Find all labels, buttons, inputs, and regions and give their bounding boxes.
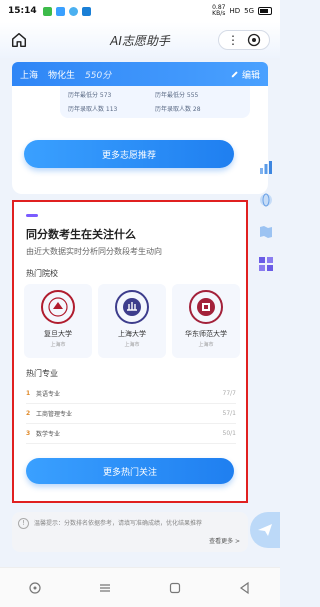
send-fab[interactable] bbox=[250, 512, 280, 548]
more-volunteer-button[interactable]: 更多志愿推荐 bbox=[24, 140, 234, 168]
major-row[interactable]: 2 工商管理专业 57/1 bbox=[26, 404, 236, 424]
school-card-shanghai[interactable]: 上海大学 上海市 bbox=[98, 284, 166, 358]
major-rank: 1 bbox=[26, 390, 31, 397]
major-value: 50/1 bbox=[222, 430, 236, 437]
major-row[interactable]: 1 英语专业 77/7 bbox=[26, 384, 236, 404]
recommendation-card: 历年最低分 573 历年最低分 555 历年录取人数 113 历年录取人数 28… bbox=[12, 86, 268, 194]
tip-bar: ! 温馨提示：分数排名依据参考，请填写准确成绩，优化结果推荐 查看更多 > bbox=[12, 512, 248, 552]
close-target-icon[interactable] bbox=[247, 33, 261, 47]
major-name: 英语专业 bbox=[36, 391, 61, 398]
globe-icon[interactable] bbox=[258, 192, 274, 208]
signal-label: 5G bbox=[244, 7, 254, 15]
hot-card-title: 同分数考生在关注什么 bbox=[26, 228, 136, 241]
shanghai-univ-logo-icon bbox=[115, 290, 149, 324]
fudan-logo-icon bbox=[41, 290, 75, 324]
major-name: 数学专业 bbox=[36, 431, 61, 438]
bar-chart-icon[interactable] bbox=[258, 160, 274, 176]
wechat-notification-icon bbox=[42, 6, 52, 16]
network-label: HD bbox=[229, 7, 241, 15]
square-home-icon bbox=[169, 582, 181, 593]
major-value: 57/1 bbox=[222, 410, 236, 417]
tip-text: 温馨提示：分数排名依据参考，请填写准确成绩，优化结果推荐 bbox=[34, 520, 203, 527]
system-nav-bar bbox=[0, 567, 280, 607]
status-bar: 15:14 0.87 KB/s HD 5G bbox=[0, 0, 280, 22]
user-info-bar: 上海 物化生 550分 编辑 bbox=[12, 62, 268, 86]
school-name: 华东师范大学 bbox=[185, 330, 227, 338]
history-stats: 历年最低分 573 历年最低分 555 历年录取人数 113 历年录取人数 28 bbox=[60, 86, 250, 118]
more-options-icon[interactable]: ⋮ bbox=[227, 33, 239, 47]
side-toolbar bbox=[258, 160, 274, 272]
status-time: 15:14 bbox=[8, 6, 37, 16]
home-icon[interactable] bbox=[10, 31, 28, 49]
major-name: 工商管理专业 bbox=[36, 411, 73, 418]
stat-item: 历年最低分 555 bbox=[155, 92, 199, 99]
major-row[interactable]: 3 数学专业 50/1 bbox=[26, 424, 236, 444]
info-icon: ! bbox=[18, 518, 29, 529]
hot-card-subtitle: 由近大数据实时分析同分数段考生动向 bbox=[26, 247, 162, 256]
assistant-button[interactable] bbox=[25, 578, 45, 598]
school-name: 复旦大学 bbox=[44, 330, 72, 338]
school-card-fudan[interactable]: 复旦大学 上海市 bbox=[24, 284, 92, 358]
school-card-ecnu[interactable]: 华东师范大学 上海市 bbox=[172, 284, 240, 358]
major-rank: 3 bbox=[26, 430, 31, 437]
drop-notification-icon bbox=[68, 6, 78, 16]
hot-schools-label: 热门院校 bbox=[26, 269, 58, 278]
hot-majors-list: 1 英语专业 77/7 2 工商管理专业 57/1 3 数学专业 50/1 bbox=[26, 384, 236, 444]
user-region: 上海 bbox=[20, 70, 39, 81]
stat-item: 历年录取人数 113 bbox=[68, 105, 118, 113]
school-location: 上海市 bbox=[50, 342, 66, 348]
ecnu-logo-icon bbox=[189, 290, 223, 324]
school-location: 上海市 bbox=[198, 342, 214, 348]
home-nav-button[interactable] bbox=[165, 578, 185, 598]
battery-icon bbox=[258, 7, 272, 15]
app-header: AI志愿助手 ⋮ bbox=[0, 22, 280, 58]
major-rank: 2 bbox=[26, 410, 31, 417]
net-speed: 0.87 KB/s bbox=[212, 4, 226, 17]
back-button[interactable] bbox=[235, 578, 255, 598]
map-icon[interactable] bbox=[258, 224, 274, 240]
user-score: 550分 bbox=[85, 70, 112, 81]
grid-apps-icon[interactable] bbox=[258, 256, 274, 272]
tip-more-link[interactable]: 查看更多 > bbox=[209, 536, 240, 547]
circle-dot-icon bbox=[29, 581, 41, 594]
menu-icon bbox=[100, 583, 110, 592]
hot-schools-list: 复旦大学 上海市 上海大学 上海市 华东师范大学 上海市 bbox=[24, 284, 240, 358]
major-value: 77/7 bbox=[222, 390, 236, 397]
edit-button[interactable]: 编辑 bbox=[230, 68, 260, 81]
paper-plane-icon bbox=[258, 524, 272, 536]
school-location: 上海市 bbox=[124, 342, 140, 348]
hot-topics-card: 同分数考生在关注什么 由近大数据实时分析同分数段考生动向 热门院校 复旦大学 上… bbox=[12, 200, 248, 503]
pencil-icon bbox=[231, 70, 238, 77]
hot-majors-label: 热门专业 bbox=[26, 369, 58, 378]
school-name: 上海大学 bbox=[118, 330, 146, 338]
user-subjects: 物化生 bbox=[48, 70, 76, 81]
stat-item: 历年录取人数 28 bbox=[155, 105, 201, 113]
bag-notification-icon bbox=[81, 6, 91, 16]
back-triangle-icon bbox=[239, 581, 249, 594]
more-hot-topics-button[interactable]: 更多热门关注 bbox=[26, 458, 234, 484]
title-accent bbox=[26, 214, 38, 217]
mini-program-capsule: ⋮ bbox=[218, 30, 270, 50]
edit-label: 编辑 bbox=[241, 70, 260, 81]
app-notification-icon bbox=[55, 6, 65, 16]
stat-item: 历年最低分 573 bbox=[68, 92, 112, 99]
menu-button[interactable] bbox=[95, 578, 115, 598]
